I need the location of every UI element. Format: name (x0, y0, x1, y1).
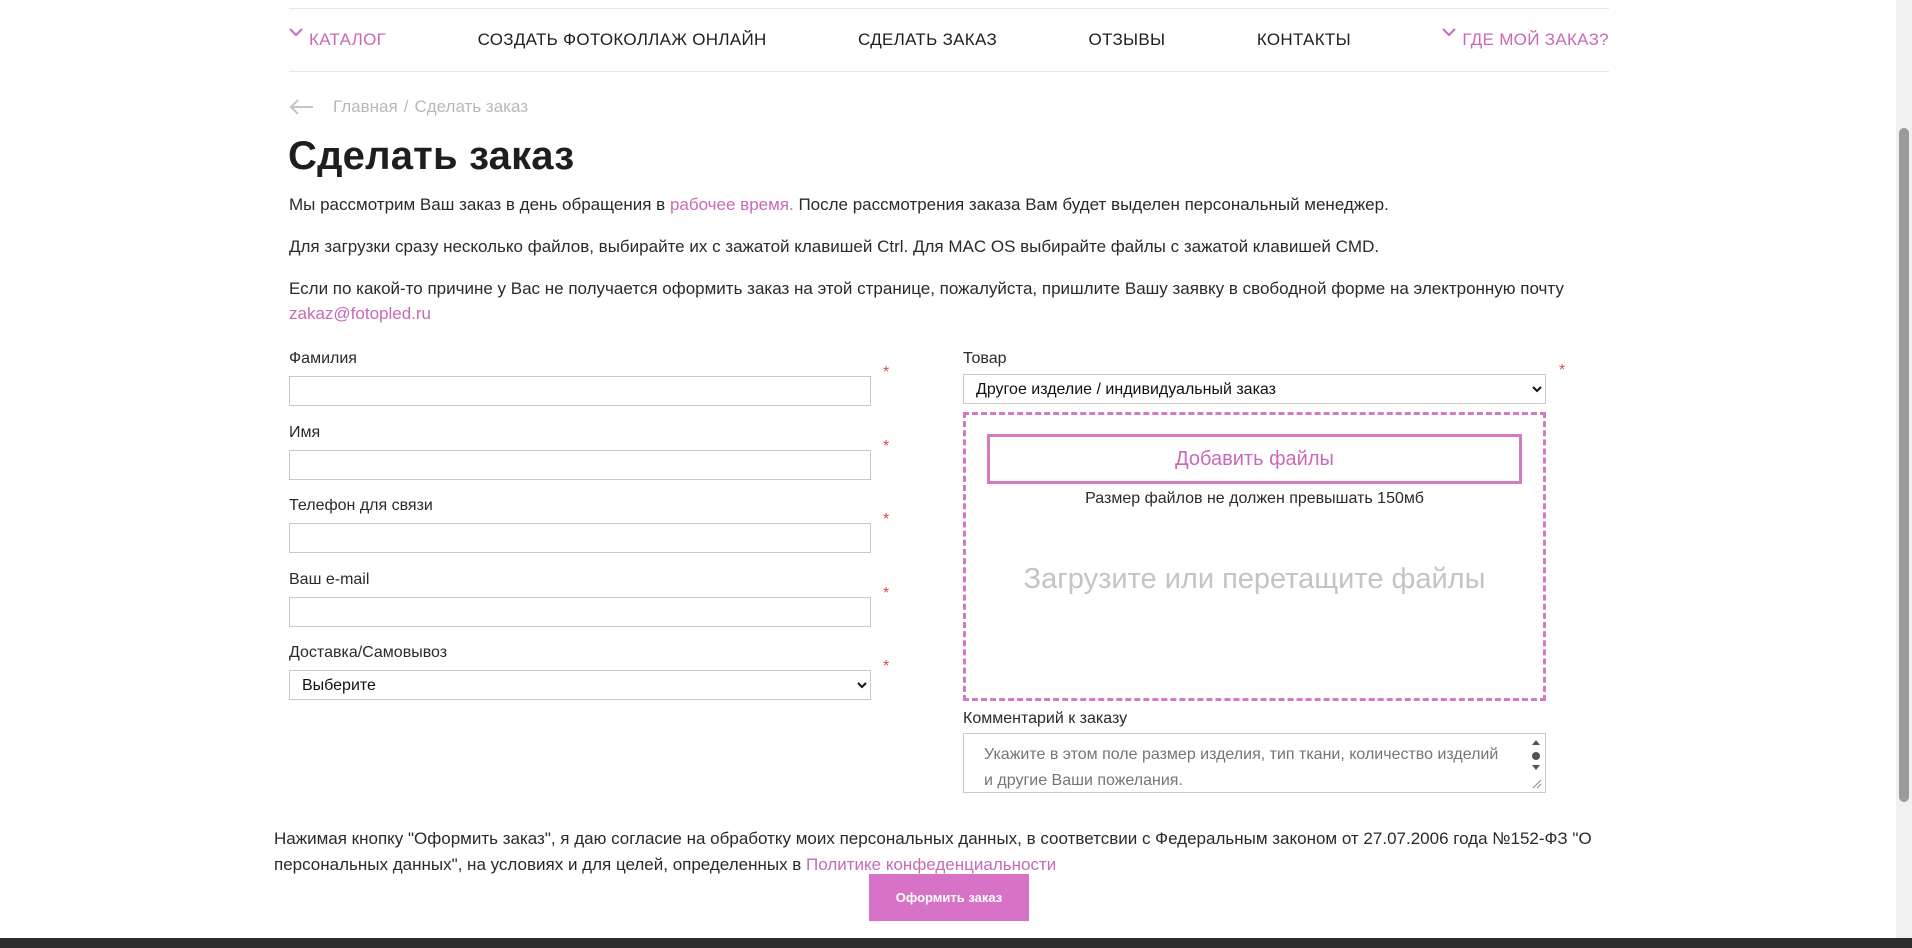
required-mark: * (883, 511, 890, 528)
footer-strip (0, 938, 1912, 948)
required-mark: * (1559, 362, 1566, 379)
email-field-group: Ваш e-mail * (289, 571, 899, 645)
intro-p1-text: Мы рассмотрим Ваш заказ в день обращения… (289, 195, 670, 214)
intro-paragraph-1: Мы рассмотрим Ваш заказ в день обращения… (289, 192, 1609, 217)
name-field-group: Имя * (289, 424, 899, 498)
email-input[interactable] (289, 596, 871, 627)
comment-textarea[interactable] (964, 734, 1519, 790)
submit-order-button[interactable]: Оформить заказ (869, 874, 1029, 921)
main-nav: КАТАЛОГ СОЗДАТЬ ФОТОКОЛЛАЖ ОНЛАЙН СДЕЛАТ… (289, 8, 1609, 72)
file-dropzone[interactable]: Добавить файлы Размер файлов не должен п… (963, 412, 1546, 701)
comment-label: Комментарий к заказу (963, 710, 1128, 727)
working-hours-link[interactable]: рабочее время. (670, 195, 794, 214)
chevron-down-icon (289, 28, 303, 42)
product-select[interactable]: Другое изделие / индивидуальный заказ (963, 374, 1546, 404)
required-mark: * (883, 584, 890, 602)
phone-input[interactable] (289, 523, 871, 553)
nav-catalog[interactable]: КАТАЛОГ (289, 28, 387, 50)
delivery-field-group: Доставка/Самовывоз Выберите * (289, 644, 899, 718)
page-scrollbar[interactable] (1896, 0, 1912, 938)
delivery-select[interactable]: Выберите (289, 670, 871, 700)
name-input[interactable] (289, 449, 871, 480)
intro-p1-text-end: После рассмотрения заказа Вам будет выде… (793, 195, 1389, 214)
surname-label: Фамилия (289, 350, 357, 367)
chevron-down-icon (1442, 28, 1457, 42)
intro-paragraph-3: Если по какой-то причине у Вас не получа… (289, 276, 1609, 326)
delivery-label: Доставка/Самовывоз (289, 644, 448, 661)
file-size-note: Размер файлов не должен превышать 150мб (1085, 490, 1424, 507)
breadcrumb-home[interactable]: Главная (333, 97, 398, 117)
intro-text: Мы рассмотрим Ваш заказ в день обращения… (289, 192, 1609, 343)
phone-field-group: Телефон для связи * (289, 497, 899, 571)
nav-where-my-order[interactable]: ГДЕ МОЙ ЗАКАЗ? (1442, 28, 1609, 50)
intro-paragraph-2: Для загрузки сразу несколько файлов, выб… (289, 237, 1380, 256)
intro-p3-text: Если по какой-то причине у Вас не получа… (289, 279, 1564, 298)
breadcrumb: Главная / Сделать заказ (289, 96, 528, 118)
nav-contacts[interactable]: КОНТАКТЫ (1257, 30, 1351, 50)
required-mark: * (883, 437, 890, 455)
surname-field-group: Фамилия * (289, 350, 899, 424)
surname-input[interactable] (289, 376, 871, 406)
email-link[interactable]: zakaz@fotopled.ru (289, 304, 431, 323)
email-label: Ваш e-mail (289, 570, 370, 588)
contact-form: Фамилия * Имя * Телефон для связи * Ваш … (289, 350, 899, 718)
required-mark: * (883, 658, 890, 675)
page-title: Сделать заказ (288, 134, 575, 178)
privacy-policy-link[interactable]: Политике конфеденциальности (806, 855, 1056, 874)
breadcrumb-current: Сделать заказ (414, 97, 529, 116)
dropzone-text: Загрузите или перетащите файлы (1023, 563, 1486, 595)
product-form: Товар Другое изделие / индивидуальный за… (963, 350, 1566, 404)
consent-text: Нажимая кнопку "Оформить заказ", я даю с… (274, 826, 1634, 878)
nav-order[interactable]: СДЕЛАТЬ ЗАКАЗ (858, 30, 997, 50)
nav-catalog-label: КАТАЛОГ (309, 30, 387, 49)
required-mark: * (883, 364, 890, 381)
product-label: Товар (963, 350, 1007, 367)
name-label: Имя (289, 423, 321, 441)
arrow-left-icon[interactable] (289, 98, 315, 116)
add-files-button[interactable]: Добавить файлы (987, 434, 1522, 484)
phone-label: Телефон для связи (289, 497, 433, 514)
textarea-scrollbar[interactable] (1529, 736, 1543, 790)
nav-where-label: ГДЕ МОЙ ЗАКАЗ? (1462, 30, 1609, 49)
nav-collage[interactable]: СОЗДАТЬ ФОТОКОЛЛАЖ ОНЛАЙН (478, 30, 767, 50)
breadcrumb-separator: / (403, 97, 409, 116)
scrollbar-thumb[interactable] (1899, 128, 1909, 802)
nav-reviews[interactable]: ОТЗЫВЫ (1088, 30, 1165, 50)
comment-box (963, 733, 1546, 793)
